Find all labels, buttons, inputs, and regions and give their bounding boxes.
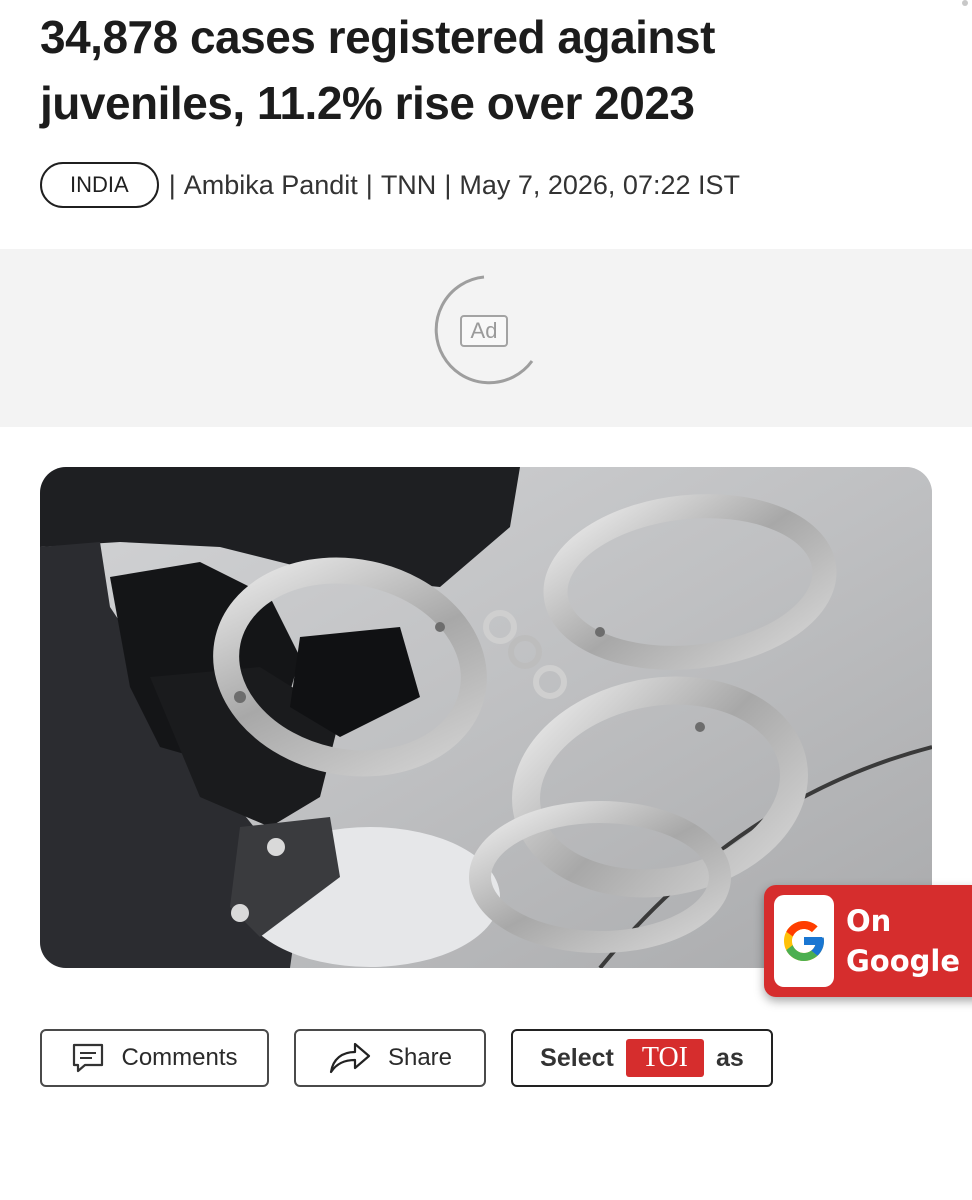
google-g-icon [774,895,834,987]
article-byline: INDIA | Ambika Pandit | TNN | May 7, 202… [40,160,740,210]
share-label: Share [387,1044,453,1071]
scrollbar-thumb[interactable] [962,0,968,6]
share-arrow-icon [328,1041,372,1075]
select-suffix: as [716,1043,744,1072]
comment-icon [71,1042,105,1074]
comments-button[interactable]: Comments [40,1029,269,1087]
author-name: Ambika Pandit [183,169,358,200]
byline-separator: | [444,169,452,200]
comments-label: Comments [121,1044,238,1071]
publish-date: May 7, 2026, 07:22 IST [459,169,740,200]
ad-label: Ad [460,315,508,347]
ad-slot: Ad [0,249,972,427]
google-badge-line2: Google [846,944,961,978]
byline-separator: | [365,169,373,200]
share-button[interactable]: Share [294,1029,486,1087]
toi-logo: TOI [625,1039,704,1077]
byline-separator: | [168,169,176,200]
select-toi-preferred-source-button[interactable]: Select TOI as [511,1029,773,1087]
google-badge-text: On Google [846,901,960,981]
google-badge-line1: On [846,904,892,938]
follow-on-google-badge[interactable]: On Google [764,885,972,997]
article-headline: 34,878 cases registered against juvenile… [40,11,715,129]
section-tag-india[interactable]: INDIA [40,162,159,208]
select-prefix: Select [540,1043,614,1072]
source-name: TNN [380,169,437,200]
